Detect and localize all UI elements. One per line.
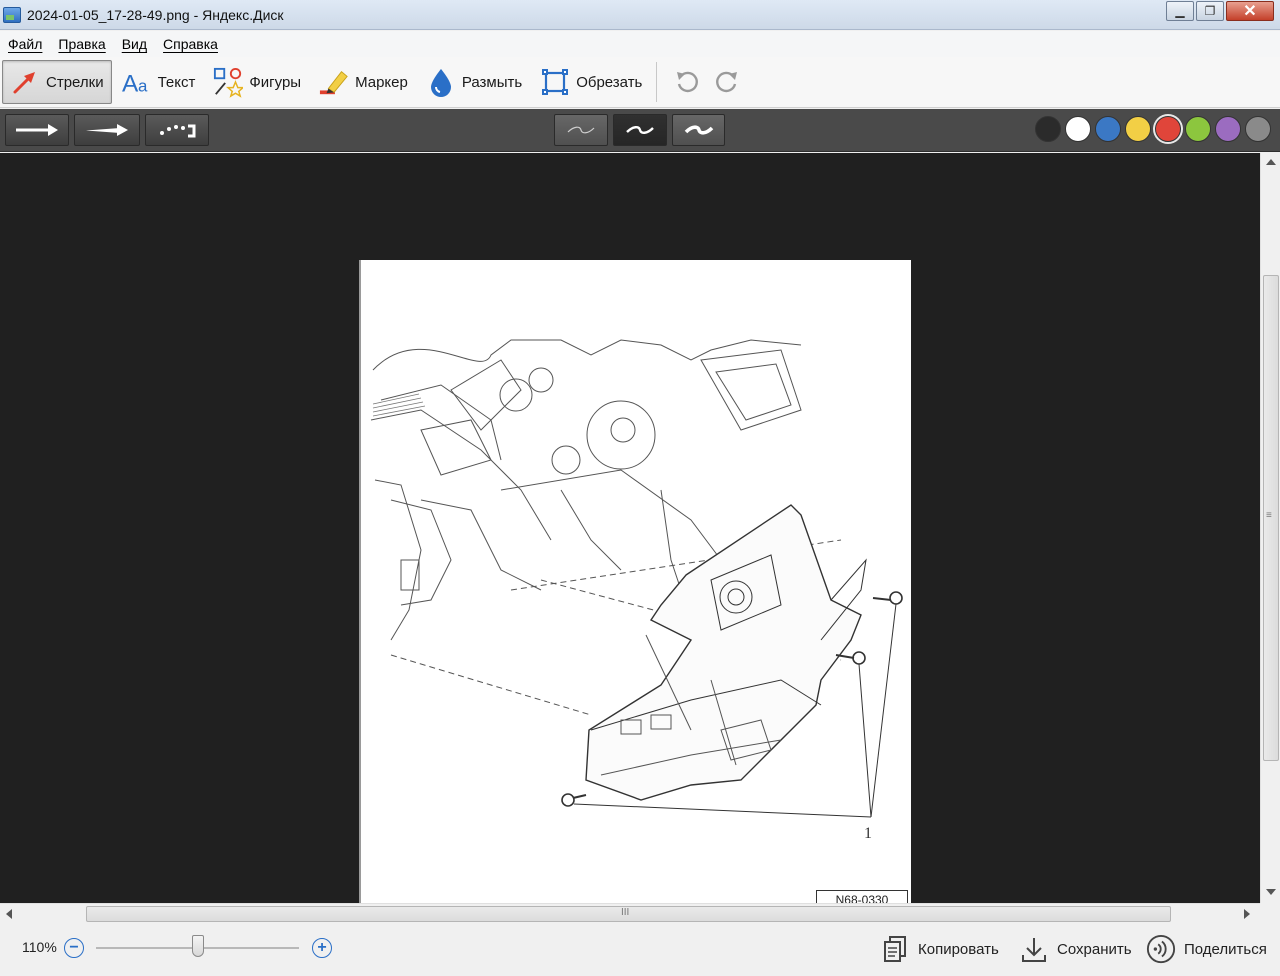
- medium-wave-icon: [626, 126, 654, 134]
- tool-marker-label: Маркер: [355, 73, 408, 91]
- color-black[interactable]: [1035, 116, 1061, 142]
- vthumb-grip: ≡: [1266, 510, 1272, 521]
- undo-button[interactable]: [667, 62, 707, 102]
- arrow-tool-icon: [10, 67, 40, 97]
- color-purple[interactable]: [1215, 116, 1241, 142]
- tool-marker[interactable]: Маркер: [311, 60, 416, 104]
- maximize-button[interactable]: ❐: [1196, 1, 1224, 21]
- zoom-in-button[interactable]: +: [312, 938, 332, 958]
- svg-text:a: a: [138, 76, 148, 95]
- thin-wave-icon: [567, 126, 595, 134]
- tool-blur[interactable]: Размыть: [418, 60, 530, 104]
- tool-crop[interactable]: Обрезать: [532, 60, 650, 104]
- menu-view[interactable]: Вид: [122, 36, 147, 52]
- tool-arrows[interactable]: Стрелки: [2, 60, 112, 104]
- horizontal-scrollbar[interactable]: III: [0, 903, 1260, 923]
- toolbar-separator: [656, 62, 658, 102]
- copy-button[interactable]: Копировать: [880, 933, 999, 965]
- minimize-button[interactable]: ▁: [1166, 1, 1194, 21]
- arrow-style-thin[interactable]: [74, 114, 140, 146]
- color-gray[interactable]: [1245, 116, 1271, 142]
- menu-bar: Файл Правка Вид Справка: [0, 31, 1280, 57]
- app-icon: [3, 6, 21, 23]
- menu-edit[interactable]: Правка: [58, 36, 105, 52]
- share-icon: [1146, 934, 1176, 964]
- share-label: Поделиться: [1184, 940, 1267, 958]
- tool-arrows-label: Стрелки: [46, 73, 104, 91]
- vertical-scroll-thumb[interactable]: ≡: [1263, 275, 1279, 761]
- svg-text:A: A: [122, 70, 139, 96]
- tool-crop-label: Обрезать: [576, 73, 643, 91]
- scroll-corner: [1260, 903, 1280, 923]
- save-button[interactable]: Сохранить: [1019, 933, 1132, 965]
- save-label: Сохранить: [1057, 940, 1132, 958]
- color-red[interactable]: [1155, 116, 1181, 142]
- copy-label: Копировать: [918, 940, 999, 958]
- blur-tool-icon: [426, 67, 456, 97]
- callout-number: 1: [864, 825, 872, 842]
- download-icon: [1019, 934, 1049, 964]
- color-white[interactable]: [1065, 116, 1091, 142]
- scroll-left-icon[interactable]: [6, 909, 12, 919]
- color-yellow[interactable]: [1125, 116, 1151, 142]
- tool-blur-label: Размыть: [461, 73, 523, 91]
- redo-icon: [714, 68, 740, 97]
- technical-drawing: 1: [370, 339, 903, 842]
- scroll-down-icon[interactable]: [1266, 889, 1276, 895]
- tool-shapes-label: Фигуры: [249, 73, 302, 91]
- thickness-thin[interactable]: [554, 114, 608, 146]
- close-button[interactable]: ✕: [1226, 1, 1274, 21]
- scroll-up-icon[interactable]: [1266, 159, 1276, 165]
- thick-wave-icon: [684, 125, 713, 135]
- hthumb-grip: III: [621, 907, 630, 918]
- thin-arrow-icon: [86, 124, 128, 136]
- figure-code: N68-0330: [816, 890, 908, 903]
- zoom-out-button[interactable]: −: [64, 938, 84, 958]
- image-canvas[interactable]: 1 N68-0330: [0, 153, 1260, 903]
- straight-arrow-icon: [16, 124, 58, 136]
- undo-icon: [674, 68, 700, 97]
- crop-tool-icon: [540, 67, 570, 97]
- marker-tool-icon: [319, 67, 349, 97]
- tool-text[interactable]: Aa Текст: [114, 60, 204, 104]
- color-green[interactable]: [1185, 116, 1211, 142]
- scroll-right-icon[interactable]: [1244, 909, 1250, 919]
- tool-shapes[interactable]: Фигуры: [205, 60, 309, 104]
- shapes-tool-icon: [213, 67, 244, 98]
- redo-button[interactable]: [707, 62, 747, 102]
- color-blue[interactable]: [1095, 116, 1121, 142]
- vertical-scrollbar[interactable]: ≡: [1260, 153, 1280, 903]
- arrow-style-straight[interactable]: [5, 114, 69, 146]
- dotted-arrow-icon: [160, 124, 196, 138]
- thickness-thick[interactable]: [672, 114, 725, 146]
- horizontal-scroll-thumb[interactable]: III: [86, 906, 1171, 922]
- arrow-style-dotted[interactable]: [145, 114, 209, 146]
- status-bar: 110% − + Копировать Сохранить Поделиться: [0, 923, 1280, 976]
- copy-icon: [880, 934, 910, 964]
- menu-help[interactable]: Справка: [163, 36, 218, 52]
- tool-text-label: Текст: [157, 73, 196, 91]
- window-title: 2024-01-05_17-28-49.png - Яндекс.Диск: [27, 6, 284, 23]
- text-tool-icon: Aa: [122, 67, 152, 97]
- zoom-slider-thumb[interactable]: [192, 935, 204, 957]
- menu-file[interactable]: Файл: [8, 36, 42, 52]
- window-controls: ▁ ❐ ✕: [1164, 1, 1274, 21]
- zoom-level: 110%: [22, 939, 57, 955]
- thickness-medium[interactable]: [613, 114, 667, 146]
- document-image: 1 N68-0330: [359, 260, 911, 903]
- toolbar: Стрелки Aa Текст Фигуры Маркер Размыть О…: [0, 57, 1280, 108]
- title-bar: 2024-01-05_17-28-49.png - Яндекс.Диск ▁ …: [0, 0, 1280, 30]
- share-button[interactable]: Поделиться: [1146, 933, 1267, 965]
